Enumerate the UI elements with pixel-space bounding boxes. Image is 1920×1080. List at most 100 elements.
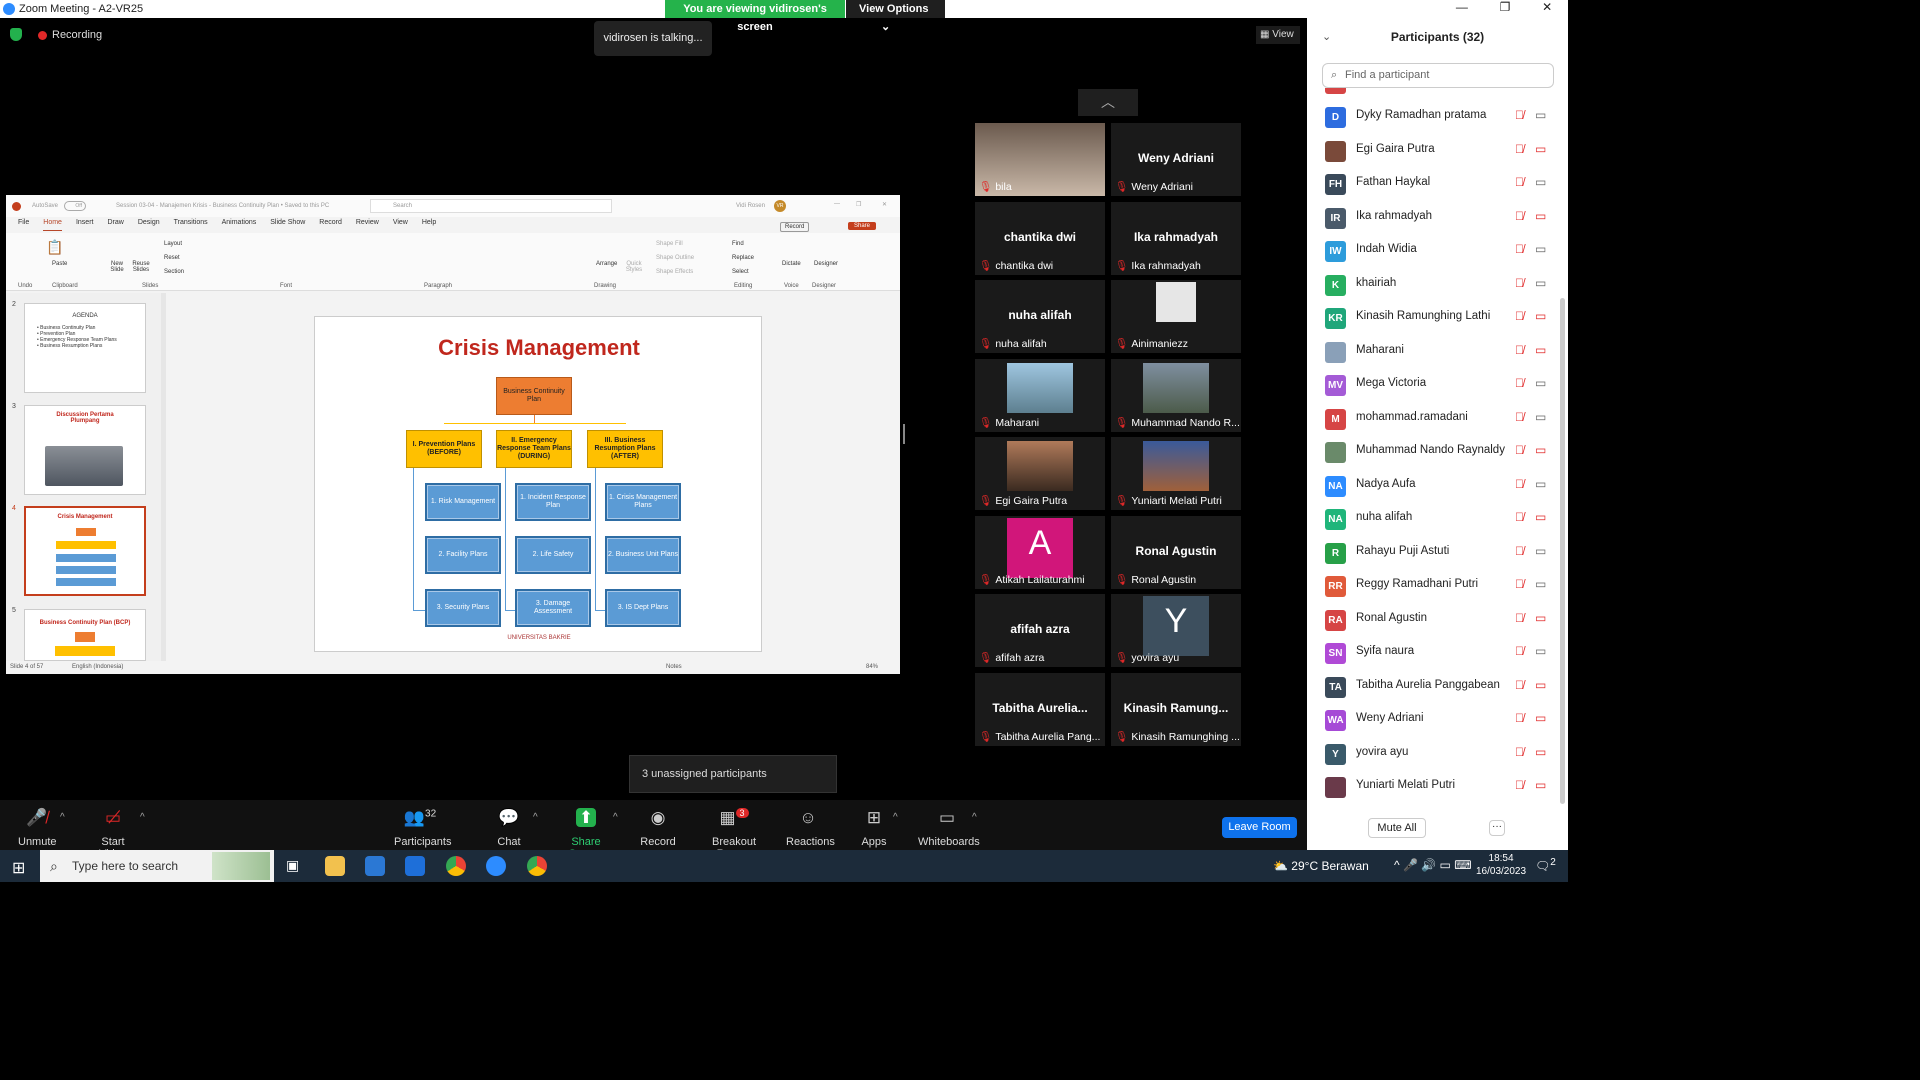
participant-row[interactable]: Muhammad Nando Raynaldy 🎙̸ ▭ [1307, 436, 1557, 469]
ppt-menu-item[interactable]: Transitions [174, 219, 208, 231]
muted-mic-icon[interactable]: 🎙̸ [1515, 711, 1524, 725]
participant-row[interactable]: NA Nadya Aufa 🎙̸ ▭ [1307, 470, 1557, 503]
video-icon[interactable]: ▭ [1535, 410, 1546, 424]
video-icon[interactable]: ▭ [1535, 175, 1546, 189]
participant-row[interactable]: R Rahayu Puji Astuti 🎙̸ ▭ [1307, 537, 1557, 570]
video-off-icon[interactable]: ▭ [1535, 745, 1546, 759]
participant-video-tile[interactable]: Kinasih Ramung... 🎙 Kinasih Ramunghing ... [1111, 672, 1241, 746]
ppt-menu-item[interactable]: Review [356, 219, 379, 231]
video-off-icon[interactable]: ▭ [1535, 611, 1546, 625]
language-indicator[interactable]: English (Indonesia) [72, 664, 123, 670]
video-icon[interactable]: ▭ [1535, 477, 1546, 491]
ppt-share-button[interactable]: Share [848, 222, 877, 230]
video-icon[interactable]: ▭ [1535, 242, 1546, 256]
store-icon[interactable] [365, 856, 385, 876]
participant-list-scrollbar[interactable] [1560, 298, 1565, 804]
muted-mic-icon[interactable]: 🎙̸ [1515, 477, 1524, 491]
muted-mic-icon[interactable]: 🎙̸ [1515, 376, 1524, 390]
muted-mic-icon[interactable]: 🎙̸ [1515, 410, 1524, 424]
muted-mic-icon[interactable]: 🎙̸ [1515, 510, 1524, 524]
arrange-button[interactable]: Arrange [596, 261, 617, 267]
video-icon[interactable]: ▭ [1535, 276, 1546, 290]
video-icon[interactable]: ▭ [1535, 644, 1546, 658]
tray-icons[interactable]: ^ 🎤 🔊 ▭ ⌨ [1394, 858, 1472, 872]
video-icon[interactable]: ▭ [1535, 577, 1546, 591]
slide-canvas[interactable]: Crisis Management Business Continuity Pl… [314, 316, 762, 652]
chat-button[interactable]: 💬 Chat [494, 808, 524, 848]
participant-video-tile[interactable]: 🎙 Muhammad Nando R... [1111, 358, 1241, 432]
ppt-menu-item[interactable]: View [393, 219, 408, 231]
muted-mic-icon[interactable]: 🎙̸ [1515, 209, 1524, 223]
mute-all-button[interactable]: Mute All [1368, 818, 1426, 838]
thumb-scrollbar[interactable] [161, 293, 166, 661]
ppt-search-input[interactable]: Search [370, 199, 612, 213]
video-icon[interactable]: ▭ [1535, 544, 1546, 558]
ppt-menu-item[interactable]: Draw [107, 219, 123, 231]
participant-row[interactable]: RR Reggy Ramadhani Putri 🎙̸ ▭ [1307, 570, 1557, 603]
ppt-menu-item[interactable]: Slide Show [270, 219, 305, 231]
participant-video-tile[interactable]: chantika dwi 🎙 chantika dwi [975, 201, 1105, 275]
minimize-icon[interactable]: — [834, 201, 840, 207]
section-button[interactable]: Section [164, 269, 184, 275]
muted-mic-icon[interactable]: 🎙̸ [1515, 544, 1524, 558]
recording-label[interactable]: Recording [52, 29, 102, 41]
participant-search-input[interactable]: ⌕ Find a participant [1322, 63, 1554, 88]
dictate-button[interactable]: Dictate [782, 261, 801, 267]
video-off-icon[interactable]: ▭ [1535, 778, 1546, 792]
view-options-button[interactable]: View Options ⌄ [846, 0, 945, 33]
reactions-button[interactable]: ☺ Reactions [786, 808, 835, 848]
reuse-slides-button[interactable]: Reuse Slides [130, 261, 152, 273]
chrome-icon[interactable] [446, 856, 466, 876]
muted-mic-icon[interactable]: 🎙̸ [1515, 175, 1524, 189]
participant-row[interactable]: KR Kinasih Ramunghing Lathi 🎙̸ ▭ [1307, 302, 1557, 335]
slide-thumbnail[interactable]: AGENDA • Business Continuity Plan • Prev… [24, 303, 146, 393]
video-off-icon[interactable]: ▭ [1535, 309, 1546, 323]
chevron-up-icon[interactable]: ^ [613, 812, 618, 823]
notes-button[interactable]: Notes [666, 664, 682, 670]
slide-scrollbar[interactable] [892, 293, 900, 661]
minimize-icon[interactable]: — [1456, 0, 1468, 18]
muted-mic-icon[interactable]: 🎙̸ [1515, 778, 1524, 792]
muted-mic-icon[interactable]: 🎙̸ [1515, 678, 1524, 692]
shape-effects-button[interactable]: Shape Effects [656, 269, 693, 275]
chevron-up-icon[interactable]: ^ [893, 812, 898, 823]
participant-video-tile[interactable]: Ronal Agustin 🎙 Ronal Agustin [1111, 515, 1241, 589]
participant-row[interactable]: Mmohammad.ramadani 🎙̸ ▭ [1307, 403, 1557, 436]
windows-start-icon[interactable]: ⊞ [12, 858, 25, 878]
video-off-icon[interactable]: ▭ [1535, 678, 1546, 692]
zoom-taskbar-icon[interactable] [486, 856, 506, 876]
participant-video-tile[interactable]: afifah azra 🎙 afifah azra [975, 594, 1105, 667]
notification-icon[interactable]: 🗨2 [1535, 857, 1556, 873]
participant-video-tile[interactable]: nuha alifah 🎙 nuha alifah [975, 280, 1105, 353]
muted-mic-icon[interactable]: 🎙̸ [1515, 644, 1524, 658]
muted-mic-icon[interactable]: 🎙̸ [1515, 108, 1524, 122]
weather-widget[interactable]: ⛅ 29°C Berawan [1273, 850, 1369, 882]
participant-row[interactable]: D Dyky Ramadhan pratama 🎙̸ ▭ [1307, 101, 1557, 134]
participant-row[interactable]: IR Ika rahmadyah 🎙̸ ▭ [1307, 202, 1557, 235]
find-button[interactable]: Find [732, 241, 744, 247]
restore-icon[interactable]: ❐ [1500, 0, 1511, 18]
participant-row[interactable]: MV Mega Victoria 🎙̸ ▭ [1307, 369, 1557, 402]
ppt-record-button[interactable]: Record [780, 222, 810, 232]
taskbar-clock[interactable]: 18:54 16/03/2023 [1476, 852, 1526, 878]
muted-mic-icon[interactable]: 🎙̸ [1515, 142, 1524, 156]
shape-fill-button[interactable]: Shape Fill [656, 241, 683, 247]
participant-video-tile[interactable]: 🎙 Maharani [975, 358, 1105, 432]
chevron-up-icon[interactable]: ^ [60, 812, 65, 823]
unassigned-participants-popup[interactable]: 3 unassigned participants [629, 755, 837, 793]
muted-mic-icon[interactable]: 🎙̸ [1515, 443, 1524, 457]
close-icon[interactable]: ✕ [1542, 0, 1552, 18]
participant-video-tile[interactable]: 🎙 Yuniarti Melati Putri [1111, 437, 1241, 510]
participant-video-tile[interactable]: 🎙 bila [975, 123, 1105, 196]
collapse-gallery-button[interactable]: ︿ [1078, 89, 1138, 116]
file-explorer-icon[interactable] [325, 856, 345, 876]
chevron-up-icon[interactable]: ^ [140, 812, 145, 823]
participant-video-tile[interactable]: Ika rahmadyah 🎙 Ika rahmadyah [1111, 201, 1241, 275]
participant-row[interactable]: RA Ronal Agustin 🎙̸ ▭ [1307, 604, 1557, 637]
participants-button[interactable]: 👥32 Participants [394, 808, 451, 848]
participant-row[interactable]: Maharani 🎙̸ ▭ [1307, 336, 1557, 369]
participant-row[interactable]: FH Fathan Haykal 🎙̸ ▭ [1307, 168, 1557, 201]
apps-button[interactable]: ⊞ Apps [860, 808, 888, 848]
reset-button[interactable]: Reset [164, 255, 180, 261]
participant-row[interactable]: Yyovira ayu 🎙̸ ▭ [1307, 738, 1557, 771]
